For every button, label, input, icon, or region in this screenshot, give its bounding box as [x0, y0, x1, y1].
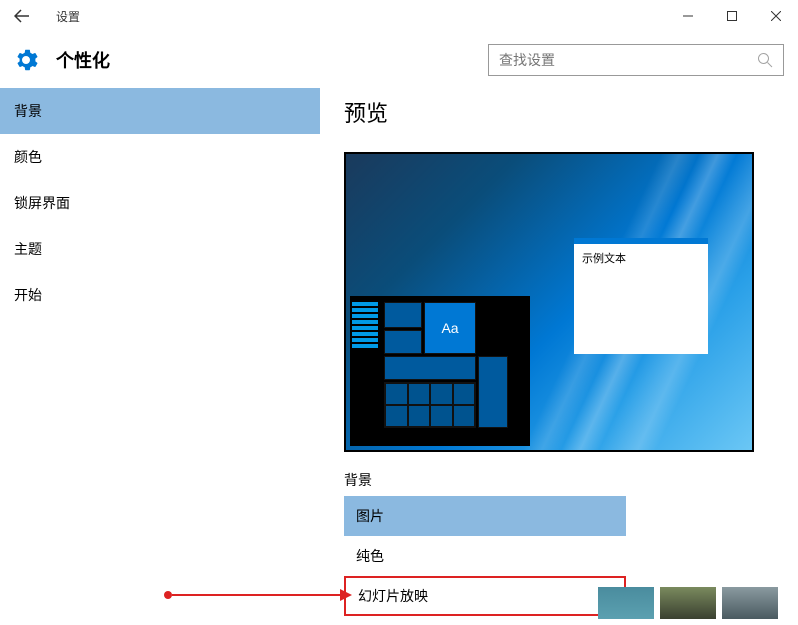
gear-icon [14, 48, 38, 72]
desktop-preview: 示例文本 Aa [344, 152, 754, 452]
thumbnail[interactable] [722, 587, 778, 619]
dropdown-option-slideshow[interactable]: 幻灯片放映 [344, 576, 626, 616]
back-button[interactable] [8, 2, 36, 30]
sidebar-item-themes[interactable]: 主题 [0, 226, 320, 272]
sample-window-text: 示例文本 [582, 253, 626, 265]
maximize-button[interactable] [710, 0, 754, 32]
minimize-icon [683, 11, 693, 21]
sidebar-item-label: 背景 [14, 101, 42, 121]
sidebar: 背景 颜色 锁屏界面 主题 开始 [0, 88, 320, 625]
sidebar-item-label: 主题 [14, 239, 42, 259]
content-area: 背景 颜色 锁屏界面 主题 开始 预览 示例文本 Aa [0, 88, 798, 625]
page-title: 个性化 [56, 47, 110, 73]
sidebar-item-label: 开始 [14, 285, 42, 305]
sidebar-item-start[interactable]: 开始 [0, 272, 320, 318]
sidebar-item-colors[interactable]: 颜色 [0, 134, 320, 180]
background-label: 背景 [344, 470, 774, 490]
dropdown-option-label: 纯色 [356, 546, 384, 566]
preview-heading: 预览 [344, 96, 774, 128]
dropdown-option-label: 幻灯片放映 [358, 586, 428, 606]
main-panel: 预览 示例文本 Aa 背景 [320, 88, 798, 625]
titlebar: 设置 [0, 0, 798, 32]
sidebar-item-background[interactable]: 背景 [0, 88, 320, 134]
thumbnail[interactable] [660, 587, 716, 619]
dropdown-option-label: 图片 [356, 506, 384, 526]
minimize-button[interactable] [666, 0, 710, 32]
dropdown-option-picture[interactable]: 图片 [344, 496, 626, 536]
preview-start-menu: Aa [350, 296, 530, 446]
search-input[interactable] [499, 52, 757, 68]
sidebar-item-lockscreen[interactable]: 锁屏界面 [0, 180, 320, 226]
back-arrow-icon [14, 8, 30, 24]
sidebar-item-label: 颜色 [14, 147, 42, 167]
window-title: 设置 [56, 8, 80, 25]
search-box[interactable] [488, 44, 784, 76]
dropdown-option-solid[interactable]: 纯色 [344, 536, 626, 576]
search-icon [757, 52, 773, 68]
sidebar-item-label: 锁屏界面 [14, 193, 70, 213]
thumbnail[interactable] [598, 587, 654, 619]
maximize-icon [727, 11, 737, 21]
preview-menu-list [352, 302, 378, 348]
background-dropdown[interactable]: 图片 纯色 幻灯片放映 [344, 496, 626, 616]
sample-window: 示例文本 [574, 238, 708, 354]
window-controls [666, 0, 798, 32]
close-icon [771, 11, 781, 21]
close-button[interactable] [754, 0, 798, 32]
header: 个性化 [0, 32, 798, 88]
preview-tile-aa: Aa [424, 302, 476, 354]
picture-thumbnails [598, 587, 778, 619]
